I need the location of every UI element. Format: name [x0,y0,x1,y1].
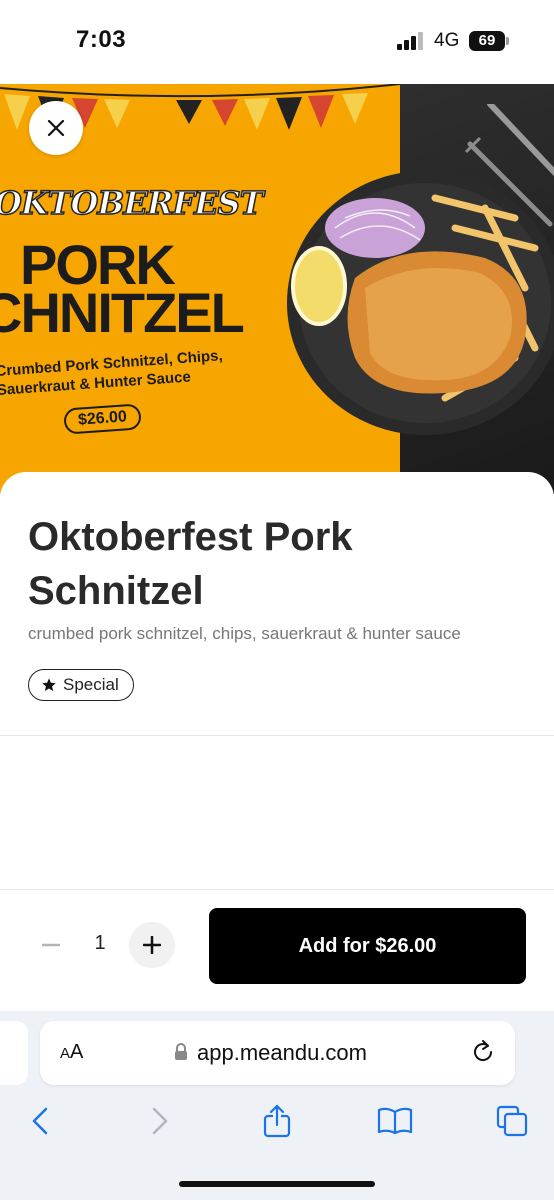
special-badge: Special [28,669,134,701]
minus-icon [42,943,60,947]
item-title: Oktoberfest Pork Schnitzel [28,515,353,613]
home-indicator [179,1181,375,1187]
forward-button[interactable] [138,1099,182,1143]
network-type: 4G [434,30,460,51]
address-bar[interactable]: AA app.meandu.com [40,1021,515,1085]
lock-icon [175,1043,187,1060]
hero-title-line2: CHNITZEL [0,281,245,344]
share-button[interactable] [255,1099,299,1143]
decrease-quantity-button[interactable] [36,930,66,960]
badge-label: Special [63,675,119,694]
status-bar: 7:03 4G 69 [0,0,554,84]
schnitzel-plate-image [287,171,554,435]
item-details-sheet: Oktoberfest Pork Schnitzel crumbed pork … [0,472,554,742]
add-to-order-button[interactable]: Add for $26.00 [209,908,526,984]
bookmarks-button[interactable] [373,1099,417,1143]
order-bar: 1 Add for $26.00 [0,889,554,1011]
tabs-icon [496,1105,528,1137]
browser-nav-row [0,1099,554,1143]
plus-icon [143,936,161,954]
reload-icon[interactable] [470,1039,496,1065]
chevron-right-icon [152,1107,168,1135]
hero-image: OKTOBERFEST PORK CHNITZEL Crumbed Pork S… [0,84,554,494]
book-icon [377,1107,413,1135]
close-icon [47,119,65,137]
item-description: crumbed pork schnitzel, chips, sauerkrau… [28,624,461,643]
status-time: 7:03 [76,26,127,53]
quantity-value: 1 [94,932,106,954]
increase-quantity-button[interactable] [129,922,175,968]
star-icon [42,678,56,691]
browser-toolbar: AA app.meandu.com [0,1011,554,1200]
divider [0,735,554,736]
hero-price: $26.00 [63,403,142,435]
hero-description: Crumbed Pork Schnitzel, Chips, Sauerkrau… [0,347,224,399]
chevron-left-icon [32,1107,48,1135]
back-button[interactable] [18,1099,62,1143]
previous-tab-preview[interactable] [0,1021,28,1085]
tabs-button[interactable] [490,1099,534,1143]
close-button[interactable] [29,101,83,155]
cellular-signal-icon [397,32,425,50]
share-icon [263,1104,291,1138]
text-size-button[interactable]: AA [60,1041,83,1064]
hero-subtitle: OKTOBERFEST [0,183,264,223]
url-text: app.meandu.com [197,1040,367,1065]
battery-icon: 69 [469,31,509,51]
